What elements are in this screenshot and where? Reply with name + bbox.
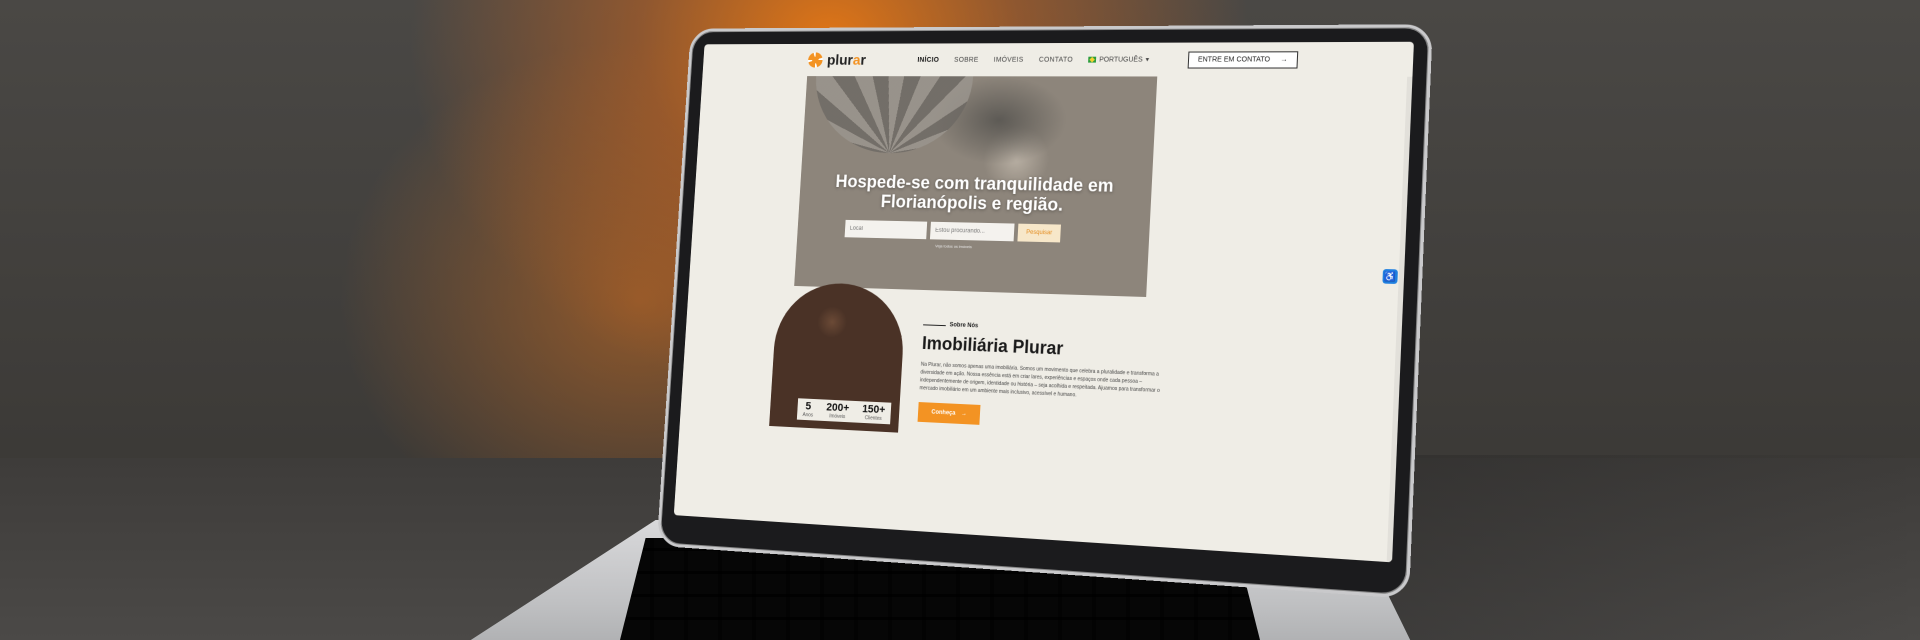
scrollbar[interactable]	[1386, 76, 1413, 563]
hero-umbrella-image	[811, 76, 973, 154]
stat-label: Anos	[802, 412, 814, 419]
site-navbar: plurar INÍCIO SOBRE IMÓVEIS CONTATO PORT…	[702, 42, 1413, 77]
location-input[interactable]	[844, 219, 928, 240]
hero-banner: Hospede-se com tranquilidade em Florianó…	[794, 76, 1158, 298]
stat-label: Imóveis	[829, 413, 846, 421]
language-selector[interactable]: PORTUGUÊS ▾	[1088, 56, 1149, 64]
search-button[interactable]: Pesquisar	[1017, 223, 1061, 243]
logo[interactable]: plurar	[807, 52, 867, 68]
search-input[interactable]	[929, 221, 1015, 242]
stat-value: 5	[805, 400, 812, 413]
nav-link-sobre[interactable]: SOBRE	[954, 56, 979, 63]
arrow-right-icon: →	[1280, 55, 1288, 63]
logo-icon	[807, 52, 824, 68]
stat-properties: 200+ Imóveis	[826, 402, 850, 421]
language-label: PORTUGUÊS	[1098, 56, 1143, 64]
contact-button[interactable]: ENTRE EM CONTATO →	[1187, 50, 1299, 69]
stat-label: Clientes	[864, 415, 882, 422]
accessibility-icon[interactable]: ♿	[1382, 268, 1398, 284]
laptop-lid: plurar INÍCIO SOBRE IMÓVEIS CONTATO PORT…	[656, 24, 1433, 599]
learn-more-button[interactable]: Conheça →	[917, 402, 981, 425]
learn-more-label: Conheça	[931, 409, 956, 417]
logo-text-start: plur	[826, 51, 854, 69]
hero-title: Hospede-se com tranquilidade em Florianó…	[834, 171, 1115, 215]
search-bar: Pesquisar	[844, 219, 1061, 243]
nav-link-contato[interactable]: CONTATO	[1039, 56, 1073, 63]
about-section: 5 Anos 200+ Imóveis 150+ Clientes Sobre …	[768, 281, 1365, 478]
see-all-link[interactable]: Veja todos os imóveis	[935, 243, 972, 249]
contact-button-label: ENTRE EM CONTATO	[1197, 55, 1271, 64]
chevron-down-icon: ▾	[1145, 56, 1150, 64]
brazil-flag-icon	[1088, 56, 1097, 63]
about-title: Imobiliária Plurar	[921, 333, 1064, 359]
about-eyebrow: Sobre Nós	[923, 321, 978, 329]
nav-link-imoveis[interactable]: IMÓVEIS	[994, 56, 1024, 63]
logo-text-end: r	[859, 51, 867, 69]
arrow-right-icon: →	[960, 411, 968, 418]
stat-years: 5 Anos	[802, 400, 814, 419]
nav-link-inicio[interactable]: INÍCIO	[917, 56, 939, 63]
logo-text: plurar	[827, 52, 867, 68]
stat-clients: 150+ Clientes	[861, 403, 886, 422]
about-text: Na Plurar, não somos apenas uma imobiliá…	[919, 361, 1160, 399]
laptop-screen: plurar INÍCIO SOBRE IMÓVEIS CONTATO PORT…	[673, 41, 1414, 563]
